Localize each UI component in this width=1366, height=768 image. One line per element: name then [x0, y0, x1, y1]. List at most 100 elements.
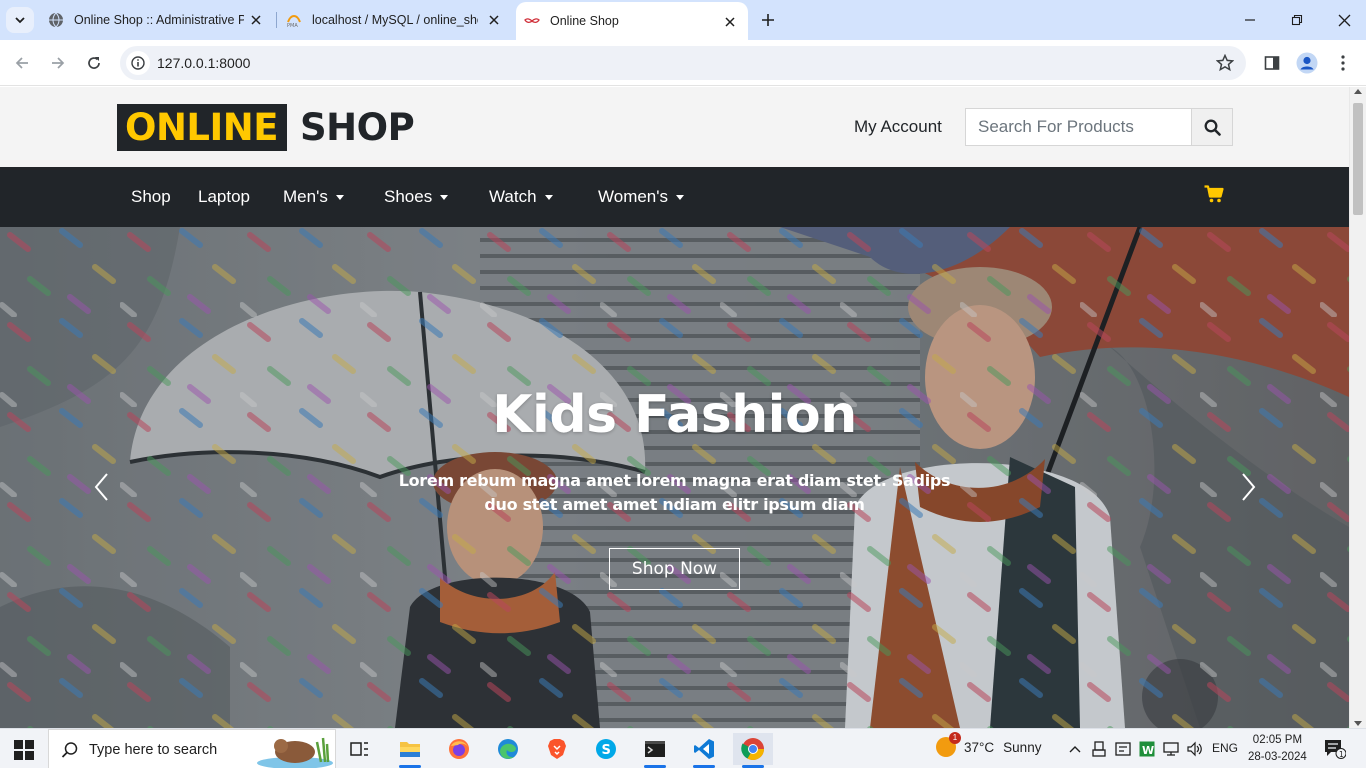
whatsapp-style-app-icon[interactable]: W — [1138, 740, 1156, 758]
nav-laptop[interactable]: Laptop — [198, 187, 250, 207]
caret-down-icon — [676, 194, 685, 200]
task-view-icon[interactable] — [340, 733, 380, 765]
nav-shop[interactable]: Shop — [131, 187, 171, 207]
hero-title: Kids Fashion — [492, 385, 857, 445]
show-hidden-icons-chevron-icon[interactable] — [1066, 740, 1084, 758]
tab-title: Online Shop :: Administrative Pa — [74, 13, 244, 27]
scroll-up-arrow-icon[interactable] — [1354, 89, 1362, 94]
nav-label: Watch — [489, 187, 537, 206]
side-panel-icon — [1264, 56, 1280, 70]
carousel-prev-button[interactable] — [92, 472, 112, 502]
close-window-button[interactable] — [1332, 8, 1356, 32]
clock-time: 02:05 PM — [1252, 734, 1303, 746]
edge-icon[interactable] — [488, 733, 528, 765]
input-language-indicator[interactable]: ENG — [1212, 741, 1238, 755]
nav-watch[interactable]: Watch — [489, 187, 553, 207]
forward-arrow-icon — [52, 57, 65, 69]
nav-label: Women's — [598, 187, 669, 206]
globe-icon — [48, 12, 64, 28]
notification-count: 1 — [1339, 750, 1344, 759]
my-account-link[interactable]: My Account — [854, 117, 942, 137]
chevron-left-icon — [94, 473, 108, 501]
weather-condition: Sunny — [1003, 739, 1042, 755]
bookmark-star-icon[interactable] — [1215, 53, 1235, 72]
skype-icon[interactable]: S — [586, 733, 626, 765]
site-info-icon[interactable] — [126, 51, 150, 75]
logo-highlight: ONLINE — [117, 104, 288, 151]
weather-sun-icon: 1 — [936, 732, 961, 757]
browser-menu-button[interactable] — [1331, 51, 1355, 75]
caret-down-icon — [335, 194, 344, 200]
volume-icon[interactable] — [1186, 740, 1204, 758]
terminal-icon[interactable] — [635, 733, 675, 768]
tab-title: localhost / MySQL / online_shop — [312, 13, 478, 27]
address-bar[interactable]: 127.0.0.1:8000 — [120, 46, 1246, 80]
new-tab-button[interactable] — [756, 8, 780, 32]
carousel-next-button[interactable] — [1238, 472, 1258, 502]
phpmyadmin-icon: PMA — [286, 12, 302, 28]
network-icon[interactable] — [1162, 740, 1180, 758]
back-button[interactable] — [9, 50, 35, 76]
profile-avatar-icon — [1296, 52, 1318, 74]
url-text: 127.0.0.1:8000 — [157, 55, 251, 71]
forward-button[interactable] — [45, 50, 71, 76]
close-icon — [1338, 14, 1350, 26]
close-tab-icon[interactable] — [722, 14, 738, 30]
browser-tab-strip: Online Shop :: Administrative Pa PMA loc… — [0, 0, 1366, 40]
restore-button[interactable] — [1285, 8, 1309, 32]
tab-admin[interactable]: Online Shop :: Administrative Pa — [40, 0, 274, 40]
tab-online-shop[interactable]: Online Shop — [516, 2, 748, 40]
scroll-down-arrow-icon[interactable] — [1354, 721, 1362, 726]
close-tab-icon[interactable] — [486, 12, 502, 28]
tab-title: Online Shop — [550, 14, 619, 28]
svg-text:W: W — [1142, 744, 1154, 757]
page-scrollbar[interactable] — [1349, 87, 1366, 728]
chrome-icon[interactable] — [733, 733, 773, 768]
brave-icon[interactable] — [537, 733, 577, 765]
hero-carousel: Kids Fashion Lorem rebum magna amet lore… — [0, 227, 1349, 728]
shop-now-button[interactable]: Shop Now — [609, 548, 740, 590]
search-button[interactable] — [1191, 108, 1233, 146]
page-viewport: ONLINE SHOP My Account Shop Laptop Men's… — [0, 87, 1366, 728]
vscode-icon[interactable] — [684, 733, 724, 768]
chevron-right-icon — [1242, 473, 1256, 501]
tab-phpmyadmin[interactable]: PMA localhost / MySQL / online_shop — [278, 0, 512, 40]
reload-button[interactable] — [81, 50, 107, 76]
minimize-button[interactable] — [1238, 8, 1262, 32]
system-clock[interactable]: 02:05 PM 28-03-2024 — [1248, 732, 1307, 766]
nav-label: Shoes — [384, 187, 433, 206]
nav-shoes[interactable]: Shoes — [384, 187, 449, 207]
close-tab-icon[interactable] — [248, 12, 264, 28]
site-header: ONLINE SHOP My Account — [0, 87, 1349, 167]
file-explorer-icon[interactable] — [390, 733, 430, 768]
product-search-input[interactable] — [965, 108, 1192, 146]
nav-label: Men's — [283, 187, 328, 206]
weather-widget[interactable]: 1 37°C Sunny — [936, 732, 1042, 757]
main-navbar: Shop Laptop Men's Shoes Watch Women's — [0, 167, 1349, 227]
notification-center-icon[interactable]: 1 — [1324, 739, 1347, 759]
windows-start-icon[interactable] — [14, 740, 34, 760]
profile-button[interactable] — [1295, 51, 1319, 75]
logo-text: SHOP — [300, 106, 415, 149]
windows-taskbar: Type here to search S 1 37°C Sunny W ENG… — [0, 728, 1366, 768]
tab-separator — [276, 12, 277, 28]
cart-icon[interactable] — [1204, 185, 1224, 203]
nav-mens[interactable]: Men's — [283, 187, 344, 207]
taskbar-search-box[interactable]: Type here to search — [48, 729, 336, 768]
caret-down-icon — [544, 194, 553, 200]
search-highlight-illustration — [255, 732, 333, 768]
nav-womens[interactable]: Women's — [598, 187, 685, 207]
tab-search-button[interactable] — [6, 7, 34, 33]
browser-toolbar: 127.0.0.1:8000 — [0, 40, 1366, 86]
usb-device-icon[interactable] — [1090, 740, 1108, 758]
clock-date: 28-03-2024 — [1248, 751, 1307, 763]
app-tray-icon[interactable] — [1114, 740, 1132, 758]
mustache-icon — [524, 13, 540, 29]
scrollbar-thumb[interactable] — [1353, 103, 1363, 215]
firefox-icon[interactable] — [439, 733, 479, 765]
site-logo[interactable]: ONLINE SHOP — [117, 104, 415, 151]
weather-temperature: 37°C — [964, 739, 995, 755]
side-panel-button[interactable] — [1260, 51, 1284, 75]
kebab-menu-icon — [1341, 55, 1345, 71]
hero-description: Lorem rebum magna amet lorem magna erat … — [398, 471, 951, 514]
